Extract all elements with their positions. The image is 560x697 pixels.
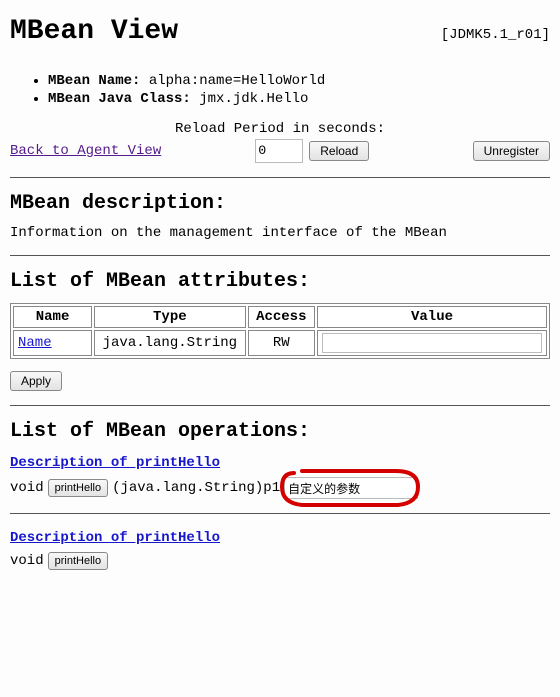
attr-name-link[interactable]: Name	[18, 335, 52, 351]
apply-button[interactable]: Apply	[10, 371, 62, 391]
operation-block: Description of printHello void printHell…	[10, 453, 550, 499]
divider	[10, 405, 550, 406]
page-title: MBean View	[10, 16, 178, 47]
col-name: Name	[13, 306, 92, 328]
divider	[10, 513, 550, 514]
printhello-button[interactable]: printHello	[48, 552, 108, 570]
operation-description-link[interactable]: Description of printHello	[10, 530, 220, 546]
table-header-row: Name Type Access Value	[13, 306, 547, 328]
attr-value-input[interactable]	[322, 333, 542, 353]
unregister-button[interactable]: Unregister	[473, 141, 550, 161]
mbean-class-row: MBean Java Class: jmx.jdk.Hello	[48, 91, 550, 107]
operation-return-type: void	[10, 553, 44, 569]
operation-param-input[interactable]	[284, 477, 418, 499]
mbean-info-list: MBean Name: alpha:name=HelloWorld MBean …	[10, 73, 550, 107]
description-heading: MBean description:	[10, 192, 550, 215]
col-type: Type	[94, 306, 245, 328]
mbean-name-label: MBean Name:	[48, 73, 140, 89]
attr-value-cell	[317, 330, 547, 356]
divider	[10, 255, 550, 256]
mbean-name-value: alpha:name=HelloWorld	[149, 73, 325, 89]
reload-period-input[interactable]	[255, 139, 303, 163]
operation-param-text: (java.lang.String)p1	[112, 480, 280, 496]
description-text: Information on the management interface …	[10, 225, 550, 241]
operations-heading: List of MBean operations:	[10, 420, 550, 443]
attributes-table: Name Type Access Value Name java.lang.St…	[10, 303, 550, 359]
reload-button[interactable]: Reload	[309, 141, 369, 161]
mbean-class-label: MBean Java Class:	[48, 91, 191, 107]
attributes-heading: List of MBean attributes:	[10, 270, 550, 293]
table-row: Name java.lang.String RW	[13, 330, 547, 356]
reload-period-label: Reload Period in seconds:	[175, 121, 385, 137]
mbean-class-value: jmx.jdk.Hello	[199, 91, 308, 107]
back-to-agent-link[interactable]: Back to Agent View	[10, 143, 161, 159]
printhello-button[interactable]: printHello	[48, 479, 108, 497]
operation-return-type: void	[10, 480, 44, 496]
attr-type-cell: java.lang.String	[94, 330, 245, 356]
operation-block: Description of printHello void printHell…	[10, 528, 550, 570]
col-value: Value	[317, 306, 547, 328]
version-label: [JDMK5.1_r01]	[441, 27, 550, 43]
col-access: Access	[248, 306, 315, 328]
operation-description-link[interactable]: Description of printHello	[10, 455, 220, 471]
attr-access-cell: RW	[248, 330, 315, 356]
divider	[10, 177, 550, 178]
mbean-name-row: MBean Name: alpha:name=HelloWorld	[48, 73, 550, 89]
